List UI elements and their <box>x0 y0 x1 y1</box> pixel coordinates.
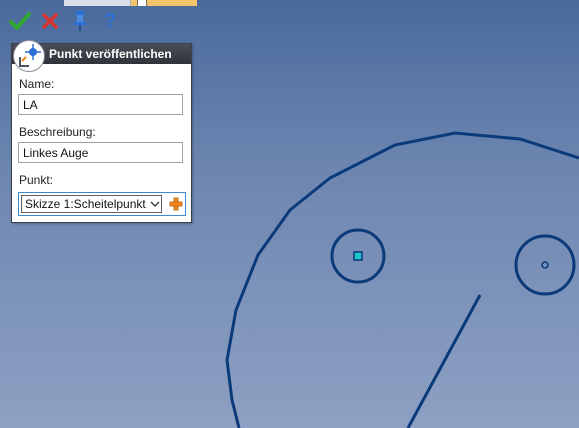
chevron-down-icon <box>150 201 160 207</box>
right-eye-circle[interactable] <box>514 234 576 296</box>
right-eye-center-point[interactable] <box>541 261 549 269</box>
ok-button[interactable] <box>8 9 32 33</box>
point-label: Punkt: <box>19 173 54 187</box>
svg-text:?: ? <box>104 10 116 32</box>
publish-point-icon <box>13 40 45 72</box>
publish-point-panel: Punkt veröffentlichen Name: LA Beschreib… <box>11 40 192 223</box>
pin-icon <box>74 11 86 31</box>
command-toolbar: ? <box>8 8 122 34</box>
description-label: Beschreibung: <box>19 125 96 139</box>
check-icon <box>9 12 31 30</box>
name-input[interactable]: LA <box>18 94 183 115</box>
description-input[interactable]: Linkes Auge <box>18 142 183 163</box>
pin-button[interactable] <box>68 9 92 33</box>
cancel-icon <box>42 13 58 29</box>
name-label: Name: <box>19 77 55 91</box>
panel-title: Punkt veröffentlichen <box>49 47 172 61</box>
point-selector-group: Skizze 1:Scheitelpunkt <box>18 192 186 216</box>
selected-vertex-point[interactable] <box>353 251 363 261</box>
add-icon[interactable] <box>169 197 183 211</box>
cancel-button[interactable] <box>38 9 62 33</box>
mouth-line[interactable] <box>406 294 482 428</box>
help-icon: ? <box>104 10 116 32</box>
point-dropdown[interactable]: Skizze 1:Scheitelpunkt <box>21 195 162 213</box>
face-outline-arc[interactable] <box>225 131 579 428</box>
point-dropdown-value: Skizze 1:Scheitelpunkt <box>25 197 146 211</box>
help-button[interactable]: ? <box>98 9 122 33</box>
